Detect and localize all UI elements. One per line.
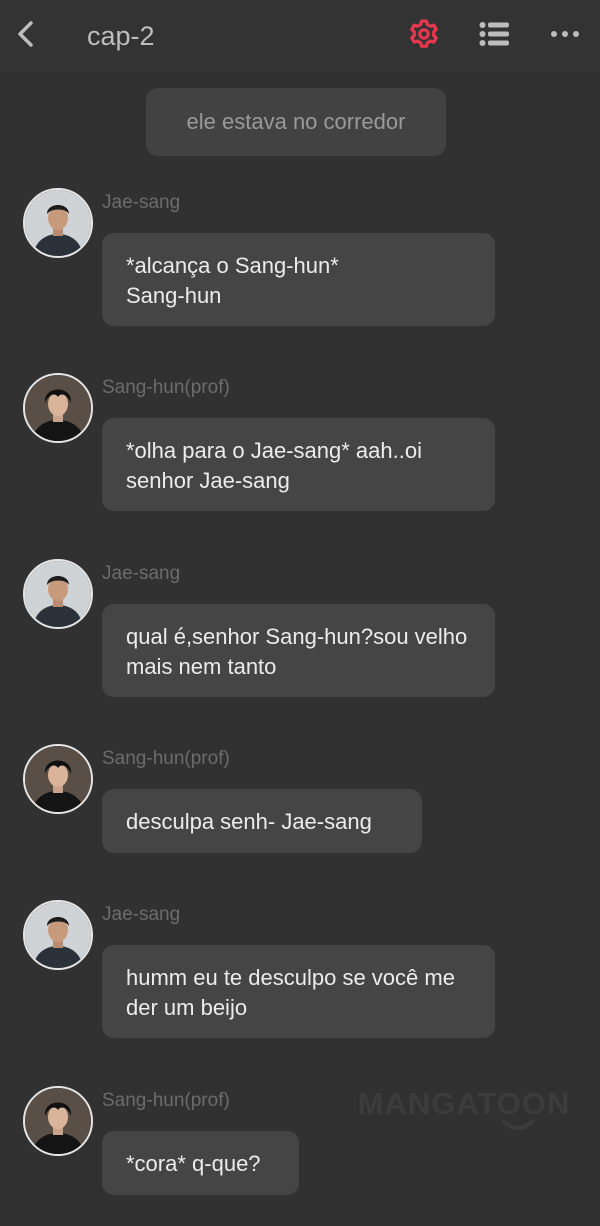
gear-icon[interactable] xyxy=(408,18,440,50)
sender-name: Jae-sang xyxy=(102,192,181,213)
narration-bubble: ele estava no corredor xyxy=(146,88,446,156)
avatar-jae-sang[interactable] xyxy=(23,188,93,258)
message-bubble: *alcança o Sang-hun* Sang-hun xyxy=(102,233,495,326)
chevron-left-icon[interactable] xyxy=(14,18,38,50)
avatar-sang-hun[interactable] xyxy=(23,744,93,814)
sender-name: Sang-hun(prof) xyxy=(102,1090,230,1111)
message-bubble: humm eu te desculpo se você me der um be… xyxy=(102,945,495,1038)
mangatoon-watermark-logo: MANGATOON xyxy=(358,1086,570,1130)
page-title: cap-2 xyxy=(87,21,155,51)
top-bar: cap-2 xyxy=(0,0,600,70)
message-bubble: qual é,senhor Sang-hun?sou velho mais ne… xyxy=(102,604,495,697)
avatar-jae-sang[interactable] xyxy=(23,559,93,629)
message-bubble: desculpa senh- Jae-sang xyxy=(102,789,422,853)
sender-name: Jae-sang xyxy=(102,563,181,584)
sender-name: Jae-sang xyxy=(102,904,181,925)
message-bubble: *olha para o Jae-sang* aah..oi senhor Ja… xyxy=(102,418,495,511)
avatar-sang-hun[interactable] xyxy=(23,1086,93,1156)
more-dots-icon[interactable] xyxy=(550,24,580,44)
sender-name: Sang-hun(prof) xyxy=(102,748,230,769)
svg-text:MANGATOON: MANGATOON xyxy=(358,1086,570,1121)
avatar-sang-hun[interactable] xyxy=(23,373,93,443)
message-bubble: *cora* q-que? xyxy=(102,1131,299,1195)
list-icon[interactable] xyxy=(479,20,509,48)
sender-name: Sang-hun(prof) xyxy=(102,377,230,398)
avatar-jae-sang[interactable] xyxy=(23,900,93,970)
